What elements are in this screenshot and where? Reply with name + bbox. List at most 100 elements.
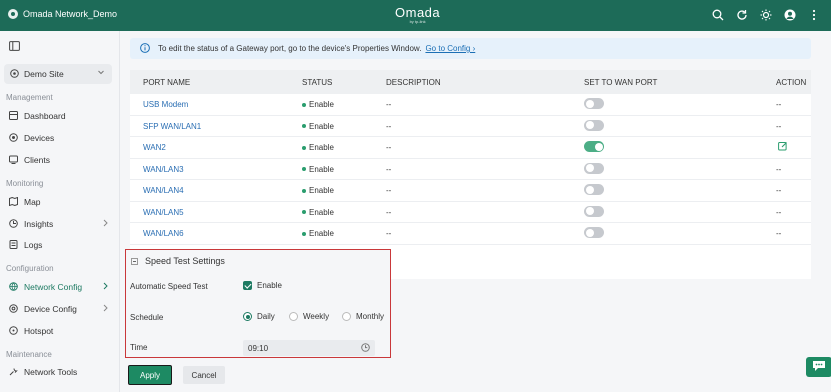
table-row: SFP WAN/LAN1 Enable -- --: [130, 116, 811, 137]
cancel-button[interactable]: Cancel: [183, 366, 225, 384]
sidebar-item-label: Insights: [24, 219, 54, 229]
refresh-icon[interactable]: [735, 8, 749, 22]
sidebar-item-logs[interactable]: Logs: [0, 235, 119, 255]
sidebar-item-dashboard[interactable]: Dashboard: [0, 106, 119, 126]
action-cell: --: [776, 100, 782, 109]
port-name-link[interactable]: WAN2: [143, 143, 166, 152]
checkbox-checked-icon[interactable]: [243, 281, 252, 290]
radio-label: Weekly: [303, 312, 330, 321]
theme-icon[interactable]: [759, 8, 773, 22]
omada-logo: Omada by tp-link: [395, 5, 440, 24]
wan-toggle[interactable]: [584, 162, 604, 174]
chat-support-button[interactable]: [806, 357, 831, 377]
ports-table: PORT NAME STATUS DESCRIPTION SET TO WAN …: [130, 70, 811, 279]
status-cell: Enable: [302, 100, 334, 109]
wan-toggle[interactable]: [584, 184, 604, 195]
speed-test-header[interactable]: Speed Test Settings: [131, 256, 225, 266]
action-cell: --: [776, 186, 782, 195]
port-name-link[interactable]: WAN/LAN3: [143, 165, 184, 174]
status-text: Enable: [309, 100, 334, 109]
radio-selected-icon[interactable]: [243, 312, 252, 321]
main-content: To edit the status of a Gateway port, go…: [121, 31, 831, 392]
col-action: ACTION: [776, 78, 807, 87]
schedule-monthly-radio[interactable]: Monthly: [342, 312, 384, 321]
status-dot-icon: [302, 124, 306, 128]
port-name-link[interactable]: WAN/LAN6: [143, 229, 184, 238]
site-name: Omada Network_Demo: [23, 9, 118, 19]
description-cell: --: [386, 143, 392, 152]
wan-toggle[interactable]: [584, 205, 604, 217]
speed-test-settings: Speed Test Settings Automatic Speed Test…: [125, 249, 391, 358]
port-name-link[interactable]: WAN/LAN5: [143, 208, 184, 217]
logo-sub: by tp-link: [409, 19, 426, 24]
status-dot-icon: [302, 167, 306, 171]
radio-icon[interactable]: [342, 312, 351, 321]
sidebar-item-network-config[interactable]: Network Config: [0, 277, 119, 297]
status-cell: Enable: [302, 122, 334, 131]
more-icon[interactable]: [807, 8, 821, 22]
sidebar: Demo Site Management Dashboard Devices C…: [0, 31, 120, 392]
time-value: 09:10: [248, 343, 269, 353]
time-picker[interactable]: 09:10: [243, 340, 375, 356]
hotspot-icon: [9, 325, 18, 337]
sidebar-item-clients[interactable]: Clients: [0, 150, 119, 170]
auto-speed-test-checkbox[interactable]: Enable: [243, 281, 282, 290]
clock-icon[interactable]: [361, 343, 370, 354]
sidebar-item-label: Logs: [24, 240, 43, 250]
col-description: DESCRIPTION: [386, 78, 441, 87]
sidebar-item-insights[interactable]: Insights: [0, 214, 119, 234]
action-cell: --: [776, 164, 782, 174]
chevron-down-icon: [97, 68, 105, 78]
collapse-icon[interactable]: [131, 257, 138, 265]
logo-name: Omada: [395, 5, 441, 20]
action-cell: --: [776, 229, 782, 238]
status-text: Enable: [309, 121, 334, 131]
apply-button[interactable]: Apply: [128, 365, 172, 385]
network-tools-icon: [9, 367, 18, 378]
table-row: WAN/LAN5 Enable -- --: [130, 202, 811, 223]
wan-toggle[interactable]: [584, 141, 604, 152]
info-icon: [140, 42, 150, 55]
omada-logo-icon: [8, 9, 18, 19]
section-management: Management: [6, 93, 53, 102]
sidebar-item-network-tools[interactable]: Network Tools: [0, 362, 119, 382]
site-selector[interactable]: Demo Site: [4, 64, 112, 84]
col-status: STATUS: [302, 78, 333, 87]
status-cell: Enable: [302, 165, 334, 174]
sidebar-item-devices[interactable]: Devices: [0, 128, 119, 148]
action-cell: --: [776, 207, 782, 217]
speed-test-title: Speed Test Settings: [145, 256, 225, 266]
wan-toggle[interactable]: [584, 98, 604, 109]
port-name-link[interactable]: SFP WAN/LAN1: [143, 122, 201, 131]
edit-icon[interactable]: [778, 141, 788, 153]
status-dot-icon: [302, 102, 306, 107]
port-name-link[interactable]: WAN/LAN4: [143, 186, 184, 195]
sidebar-item-label: Network Tools: [24, 367, 78, 377]
sidebar-item-device-config[interactable]: Device Config: [0, 299, 119, 319]
description-cell: --: [386, 186, 392, 195]
table-row: WAN/LAN6 Enable -- --: [130, 223, 811, 245]
wan-toggle[interactable]: [584, 227, 604, 238]
status-cell: Enable: [302, 186, 334, 195]
clients-icon: [9, 155, 18, 166]
table-row: USB Modem Enable -- --: [130, 94, 811, 116]
description-cell: --: [386, 164, 392, 174]
action-cell: --: [776, 121, 782, 131]
schedule-weekly-radio[interactable]: Weekly: [289, 312, 329, 321]
sidebar-item-map[interactable]: Map: [0, 192, 119, 212]
checkbox-label: Enable: [257, 281, 282, 290]
radio-icon[interactable]: [289, 312, 298, 321]
site-brand[interactable]: Omada Network_Demo: [8, 9, 117, 19]
wan-toggle[interactable]: [584, 119, 604, 131]
sidebar-toggle-icon[interactable]: [9, 41, 20, 53]
status-text: Enable: [309, 207, 334, 217]
schedule-daily-radio[interactable]: Daily: [243, 312, 275, 321]
sidebar-item-hotspot[interactable]: Hotspot: [0, 321, 119, 341]
status-cell: Enable: [302, 208, 334, 217]
port-name-link[interactable]: USB Modem: [143, 100, 188, 109]
go-to-config-link[interactable]: Go to Config ›: [425, 44, 475, 53]
search-icon[interactable]: [711, 8, 725, 22]
status-text: Enable: [309, 164, 334, 174]
chevron-right-icon: [102, 282, 109, 292]
avatar[interactable]: [783, 8, 797, 22]
